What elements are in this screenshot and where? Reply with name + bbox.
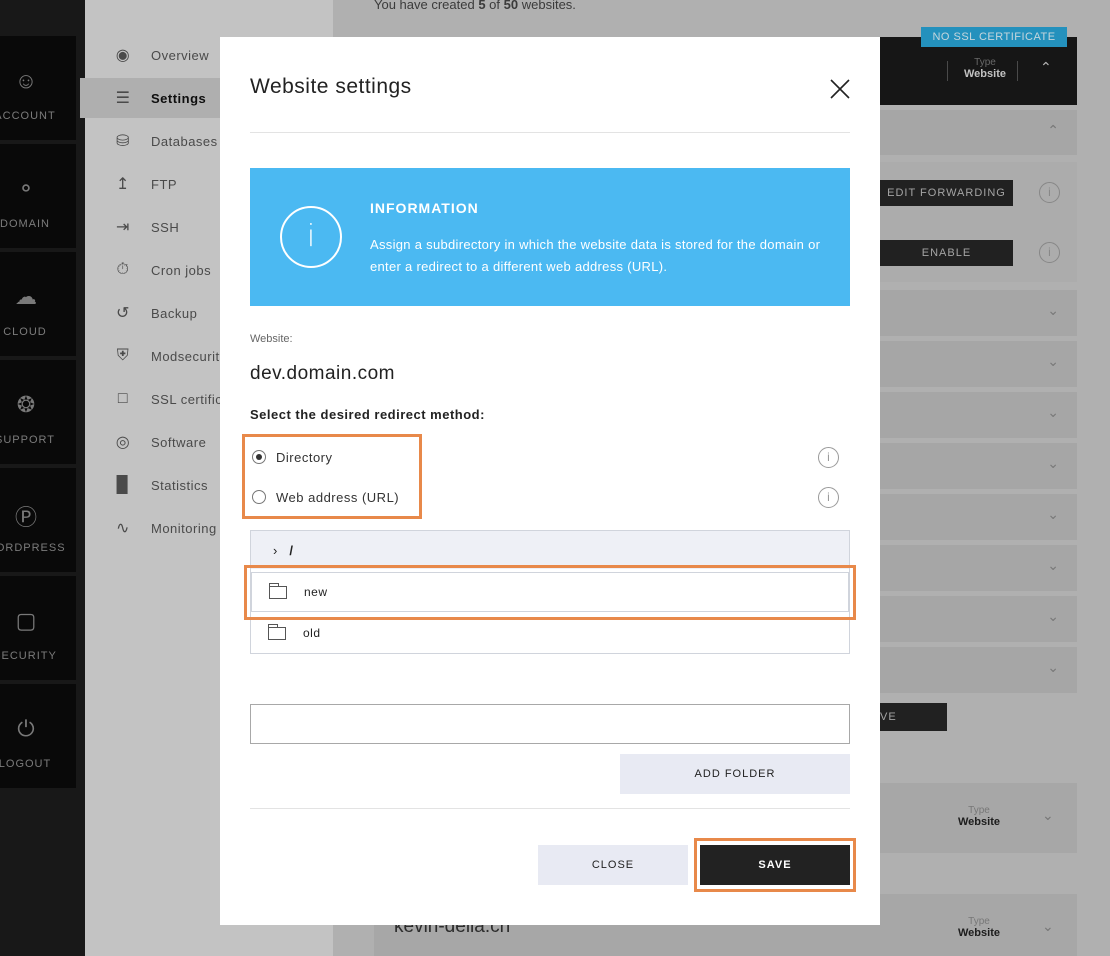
information-text: Assign a subdirectory in which the websi… <box>370 237 821 274</box>
tree-root[interactable]: › / <box>251 531 849 569</box>
add-folder-button[interactable]: ADD FOLDER <box>620 754 850 794</box>
highlight-box <box>242 434 422 519</box>
new-folder-input[interactable] <box>250 704 850 744</box>
close-button[interactable]: CLOSE <box>538 845 688 885</box>
information-banner: i INFORMATION Assign a subdirectory in w… <box>250 168 850 306</box>
website-label: Website: <box>250 333 293 345</box>
info-icon[interactable]: i <box>818 487 839 508</box>
divider <box>250 808 850 809</box>
website-value: dev.domain.com <box>250 363 395 384</box>
chevron-right-icon: › <box>273 542 278 558</box>
highlight-box <box>244 565 856 620</box>
info-icon: i <box>280 206 342 268</box>
redirect-method-label: Select the desired redirect method: <box>250 407 485 422</box>
info-icon[interactable]: i <box>818 447 839 468</box>
highlight-box <box>694 838 856 892</box>
close-icon[interactable] <box>828 77 852 101</box>
divider <box>250 132 850 133</box>
information-heading: INFORMATION <box>370 200 479 216</box>
modal-title: Website settings <box>250 75 412 98</box>
website-settings-modal: Website settings i INFORMATION Assign a … <box>220 37 880 925</box>
folder-icon <box>268 623 286 640</box>
